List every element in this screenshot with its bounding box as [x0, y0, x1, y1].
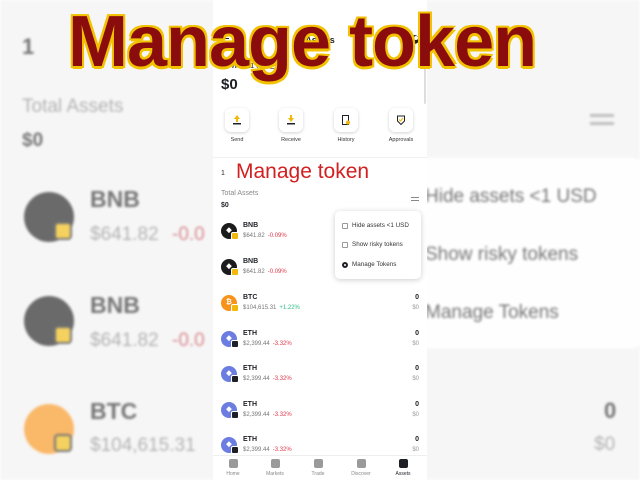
token-symbol: BNB	[243, 258, 259, 265]
network-chain-icon	[231, 411, 239, 419]
token-symbol: ETH	[243, 365, 257, 372]
token-amount: 0	[415, 436, 419, 443]
network-chain-icon	[231, 340, 239, 348]
divider	[213, 157, 427, 158]
token-symbol: BTC	[243, 294, 258, 301]
token-change: +1.22%	[279, 305, 300, 311]
nav-label: Discover	[351, 471, 371, 477]
send-button[interactable]: Send	[217, 108, 257, 143]
token-change: -3.32%	[272, 376, 292, 382]
manage-tokens-option[interactable]: Manage Tokens	[342, 261, 396, 268]
bsc-chain-icon	[231, 232, 239, 240]
token-usd-value: $0	[412, 305, 419, 311]
token-price: $641.82	[243, 233, 265, 239]
token-change: -3.32%	[272, 447, 292, 453]
hide-small-assets-option[interactable]: Hide assets <1 USD	[342, 222, 409, 229]
total-assets-value: $0	[221, 202, 229, 209]
token-price: $104,615.31	[243, 305, 277, 311]
total-assets-label: Total Assets	[221, 190, 259, 197]
asset-filter-popup: Hide assets <1 USD Show risky tokens Man…	[335, 211, 421, 279]
token-change: -3.32%	[272, 341, 292, 347]
token-usd-value: $0	[412, 376, 419, 382]
token-symbol: ETH	[243, 401, 257, 408]
action-bar: Send Receive History Approvals	[213, 108, 427, 148]
nav-home[interactable]: Home	[213, 459, 253, 477]
token-symbol: ETH	[243, 436, 257, 443]
trade-icon	[313, 459, 323, 468]
approvals-icon	[397, 115, 405, 125]
receive-label: Receive	[281, 137, 301, 143]
filter-settings-icon[interactable]	[411, 197, 419, 203]
token-change: -0.09%	[267, 269, 287, 275]
nav-label: Assets	[395, 471, 411, 477]
token-usd-value: $0	[412, 412, 419, 418]
history-label: History	[337, 137, 355, 143]
token-row[interactable]: ◆ ETH $2,399.44 -3.32% 0 $0	[221, 401, 419, 431]
token-change: -3.32%	[272, 412, 292, 418]
bsc-chain-icon	[231, 304, 239, 312]
nav-label: Markets	[266, 471, 284, 477]
nav-label: Trade	[311, 471, 325, 477]
token-amount: 0	[415, 401, 419, 408]
show-risky-tokens-option[interactable]: Show risky tokens	[342, 241, 403, 248]
token-price: $2,399.44	[243, 341, 270, 347]
token-row[interactable]: ₿ BTC $104,615.31 +1.22% 0 $0	[221, 294, 419, 324]
option-label: Hide assets <1 USD	[352, 222, 409, 229]
network-chain-icon	[231, 375, 239, 383]
history-button[interactable]: History	[326, 108, 366, 143]
receive-icon	[287, 115, 295, 125]
token-amount: 0	[415, 365, 419, 372]
checkbox[interactable]	[342, 241, 348, 248]
token-row[interactable]: ◆ ETH $2,399.44 -3.32% 0 $0	[221, 365, 419, 395]
nav-trade[interactable]: Trade	[298, 459, 338, 477]
nav-assets[interactable]: Assets	[383, 459, 423, 477]
send-label: Send	[230, 137, 244, 143]
receive-button[interactable]: Receive	[271, 108, 311, 143]
nav-discover[interactable]: Discover	[341, 459, 381, 477]
token-row[interactable]: ◆ ETH $2,399.44 -3.32% 0 $0	[221, 330, 419, 360]
history-icon	[342, 115, 350, 125]
token-amount: 0	[415, 294, 419, 301]
token-usd-value: $0	[412, 341, 419, 347]
approvals-label: Approvals	[388, 137, 414, 143]
nav-label: Home	[226, 471, 240, 477]
video-title-overlay: Manage token	[68, 2, 537, 82]
nav-markets[interactable]: Markets	[255, 459, 295, 477]
token-price: $641.82	[243, 269, 265, 275]
assets-icon	[398, 459, 408, 468]
token-symbol: ETH	[243, 330, 257, 337]
token-amount: 0	[415, 330, 419, 337]
checkbox[interactable]	[342, 222, 348, 229]
network-chain-icon	[231, 446, 239, 454]
option-label: Manage Tokens	[352, 261, 397, 268]
radio-selected[interactable]	[342, 261, 348, 268]
option-label: Show risky tokens	[352, 241, 403, 248]
send-icon	[233, 115, 241, 125]
token-symbol: BNB	[243, 222, 259, 229]
token-change: -0.09%	[267, 233, 287, 239]
token-usd-value: $0	[412, 447, 419, 453]
token-price: $2,399.44	[243, 447, 270, 453]
home-icon	[228, 459, 238, 468]
manage-token-caption: Manage token	[236, 160, 370, 183]
bsc-chain-icon	[231, 268, 239, 276]
token-price: $2,399.44	[243, 412, 270, 418]
section-number: 1	[221, 170, 225, 177]
token-price: $2,399.44	[243, 376, 270, 382]
approvals-button[interactable]: Approvals	[381, 108, 421, 143]
discover-icon	[356, 459, 366, 468]
markets-icon	[270, 459, 280, 468]
bottom-nav: Home Markets Trade Discover Assets	[213, 455, 427, 480]
